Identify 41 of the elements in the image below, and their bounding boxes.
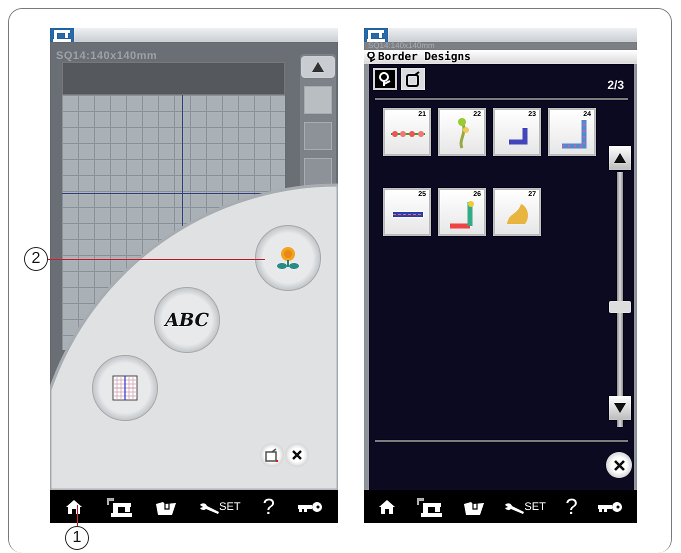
design-preview-icon bbox=[562, 120, 586, 148]
grid-icon bbox=[112, 375, 138, 401]
category-tab[interactable] bbox=[373, 68, 397, 90]
scroll-up-button[interactable] bbox=[301, 56, 335, 78]
design-preview-icon bbox=[507, 204, 528, 224]
settings-button[interactable]: SET bbox=[504, 497, 546, 516]
design-preview-icon bbox=[509, 128, 528, 144]
up-arrow-icon bbox=[312, 62, 324, 72]
leader-line bbox=[77, 505, 78, 526]
flower-icon bbox=[377, 71, 393, 87]
close-icon bbox=[292, 450, 302, 460]
help-button[interactable]: ? bbox=[262, 496, 275, 518]
sewing-machine-icon[interactable] bbox=[415, 496, 444, 516]
category-tab[interactable] bbox=[401, 68, 425, 90]
callout-number: 1 bbox=[65, 526, 89, 550]
scroll-down-button[interactable] bbox=[609, 396, 631, 420]
frame-icon bbox=[265, 448, 279, 462]
up-arrow-icon bbox=[614, 153, 626, 163]
home-icon[interactable] bbox=[65, 498, 84, 514]
sewing-machine-icon bbox=[50, 28, 74, 42]
sewing-machine-icon bbox=[364, 28, 388, 42]
scroll-up-button[interactable] bbox=[609, 146, 631, 170]
close-button[interactable] bbox=[606, 452, 632, 478]
settings-button[interactable]: SET bbox=[199, 497, 241, 516]
frame-icon bbox=[405, 71, 421, 87]
panel-title: Border Designs bbox=[378, 50, 471, 65]
down-arrow-icon bbox=[614, 403, 626, 413]
help-button[interactable]: ? bbox=[565, 496, 578, 518]
sewing-machine-icon[interactable] bbox=[105, 496, 134, 516]
design-preview-icon bbox=[450, 201, 474, 228]
design-preview-icon bbox=[392, 212, 424, 217]
scroll-thumb[interactable] bbox=[609, 301, 631, 313]
callout-number: 2 bbox=[24, 247, 48, 271]
flower-icon bbox=[367, 52, 376, 62]
design-preview-icon bbox=[458, 118, 469, 149]
close-icon bbox=[614, 460, 624, 470]
design-preview-icon bbox=[391, 131, 425, 137]
home-icon[interactable] bbox=[378, 498, 396, 514]
key-icon[interactable] bbox=[597, 500, 624, 512]
key-icon[interactable] bbox=[296, 500, 323, 512]
page-indicator: 2/3 bbox=[607, 77, 624, 94]
